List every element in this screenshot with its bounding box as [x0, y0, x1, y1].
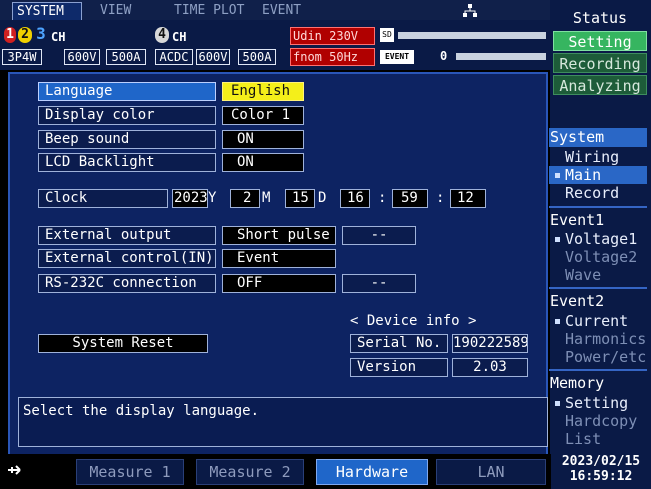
network-icon [462, 3, 478, 17]
menu-item-current[interactable]: Current [549, 312, 647, 330]
clock-year[interactable]: 2023 [172, 189, 208, 208]
sd-usage-bar [398, 32, 546, 39]
version-label: Version [350, 358, 448, 377]
external-output-extra[interactable]: -- [342, 226, 416, 245]
ch-label-left: CH [51, 30, 66, 44]
display-color-value[interactable]: Color 1 [222, 106, 304, 125]
usb-key-icon [6, 462, 26, 478]
language-label[interactable]: Language [38, 82, 216, 101]
menu-divider [549, 287, 647, 289]
menu-item-list[interactable]: List [549, 430, 647, 448]
menu-item-setting[interactable]: Setting [549, 394, 647, 412]
sd-card-icon: SD [380, 28, 394, 42]
system-reset-button[interactable]: System Reset [38, 334, 208, 353]
datetime-display: 2023/02/15 16:59:12 [551, 452, 651, 489]
clock-label[interactable]: Clock [38, 189, 168, 208]
menu-item-main[interactable]: Main [549, 166, 647, 184]
external-control-value[interactable]: Event [222, 249, 336, 268]
menu-item-voltage1[interactable]: Voltage1 [549, 230, 647, 248]
ch3-badge: 3 [36, 24, 46, 43]
lcd-backlight-label[interactable]: LCD Backlight [38, 153, 216, 172]
event-badge: EVENT [380, 50, 414, 64]
month-unit: M [262, 190, 271, 206]
status-recording-button[interactable]: Recording [553, 53, 647, 73]
clock-month[interactable]: 2 [230, 189, 260, 208]
bullet-icon [555, 401, 560, 406]
ch2-badge: 2 [18, 27, 32, 43]
date-text: 2023/02/15 [561, 454, 641, 469]
language-value[interactable]: English [222, 82, 304, 101]
rs232c-label[interactable]: RS-232C connection [38, 274, 216, 293]
ch-label-right: CH [172, 30, 187, 44]
tab-measure-1[interactable]: Measure 1 [76, 459, 184, 485]
current-range-right: 500A [238, 49, 276, 65]
event1-heading[interactable]: Event1 [549, 211, 647, 229]
day-unit: D [318, 190, 327, 206]
udin-indicator: Udin 230V [290, 27, 375, 45]
menu-divider [549, 369, 647, 371]
rs232c-value[interactable]: OFF [222, 274, 336, 293]
menu-item-wave[interactable]: Wave [549, 266, 647, 284]
external-output-label[interactable]: External output [38, 226, 216, 245]
rs232c-extra[interactable]: -- [342, 274, 416, 293]
system-menu-heading[interactable]: System [549, 128, 647, 147]
tab-measure-2[interactable]: Measure 2 [196, 459, 304, 485]
external-control-label[interactable]: External control(IN) [38, 249, 216, 268]
external-output-value[interactable]: Short pulse [222, 226, 336, 245]
status-analyzing-button[interactable]: Analyzing [553, 75, 647, 95]
memory-heading[interactable]: Memory [549, 374, 647, 392]
menu-divider [549, 206, 647, 208]
current-range-left: 500A [106, 49, 146, 65]
menu-item-voltage2[interactable]: Voltage2 [549, 248, 647, 266]
event2-heading[interactable]: Event2 [549, 292, 647, 310]
tab-hardware[interactable]: Hardware [316, 459, 428, 485]
menu-item-power-etc[interactable]: Power/etc [549, 348, 647, 366]
time-text: 16:59:12 [569, 469, 633, 484]
device-info-title: < Device info > [350, 313, 477, 329]
tab-system[interactable]: SYSTEM [12, 2, 82, 20]
year-unit: Y [208, 190, 217, 206]
clock-day[interactable]: 15 [285, 189, 315, 208]
bullet-icon [555, 237, 560, 242]
version-value: 2.03 [452, 358, 528, 377]
menu-item-record[interactable]: Record [549, 184, 647, 202]
tab-time-plot[interactable]: TIME PLOT [170, 2, 260, 20]
menu-item-harmonics[interactable]: Harmonics [549, 330, 647, 348]
clock-minute[interactable]: 59 [392, 189, 428, 208]
time-sep-1: : [378, 190, 387, 206]
tab-view[interactable]: VIEW [96, 2, 156, 20]
beep-sound-label[interactable]: Beep sound [38, 130, 216, 149]
tab-lan[interactable]: LAN [436, 459, 546, 485]
status-heading: Status [572, 9, 628, 27]
event-count: 0 [440, 49, 448, 63]
beep-sound-value[interactable]: ON [222, 130, 304, 149]
event-bar [456, 53, 546, 60]
ch1-badge: 1 [4, 27, 16, 43]
voltage-range-left: 600V [64, 49, 100, 65]
serial-number-label: Serial No. [350, 334, 448, 353]
ch4-badge: 4 [155, 27, 169, 43]
status-setting-button[interactable]: Setting [553, 31, 647, 51]
coupling-box: ACDC [155, 49, 193, 65]
clock-second[interactable]: 12 [450, 189, 486, 208]
menu-item-hardcopy[interactable]: Hardcopy [549, 412, 647, 430]
tab-event[interactable]: EVENT [258, 2, 313, 20]
voltage-range-right: 600V [196, 49, 230, 65]
bullet-icon [555, 173, 560, 178]
fnom-indicator: fnom 50Hz [290, 48, 375, 66]
serial-number-value: 190222589 [452, 334, 528, 353]
wiring-box: 3P4W [2, 49, 42, 65]
time-sep-2: : [436, 190, 445, 206]
clock-hour[interactable]: 16 [340, 189, 370, 208]
lcd-backlight-value[interactable]: ON [222, 153, 304, 172]
bullet-icon [555, 319, 560, 324]
display-color-label[interactable]: Display color [38, 106, 216, 125]
help-message: Select the display language. [18, 397, 548, 447]
menu-item-wiring[interactable]: Wiring [549, 148, 647, 166]
